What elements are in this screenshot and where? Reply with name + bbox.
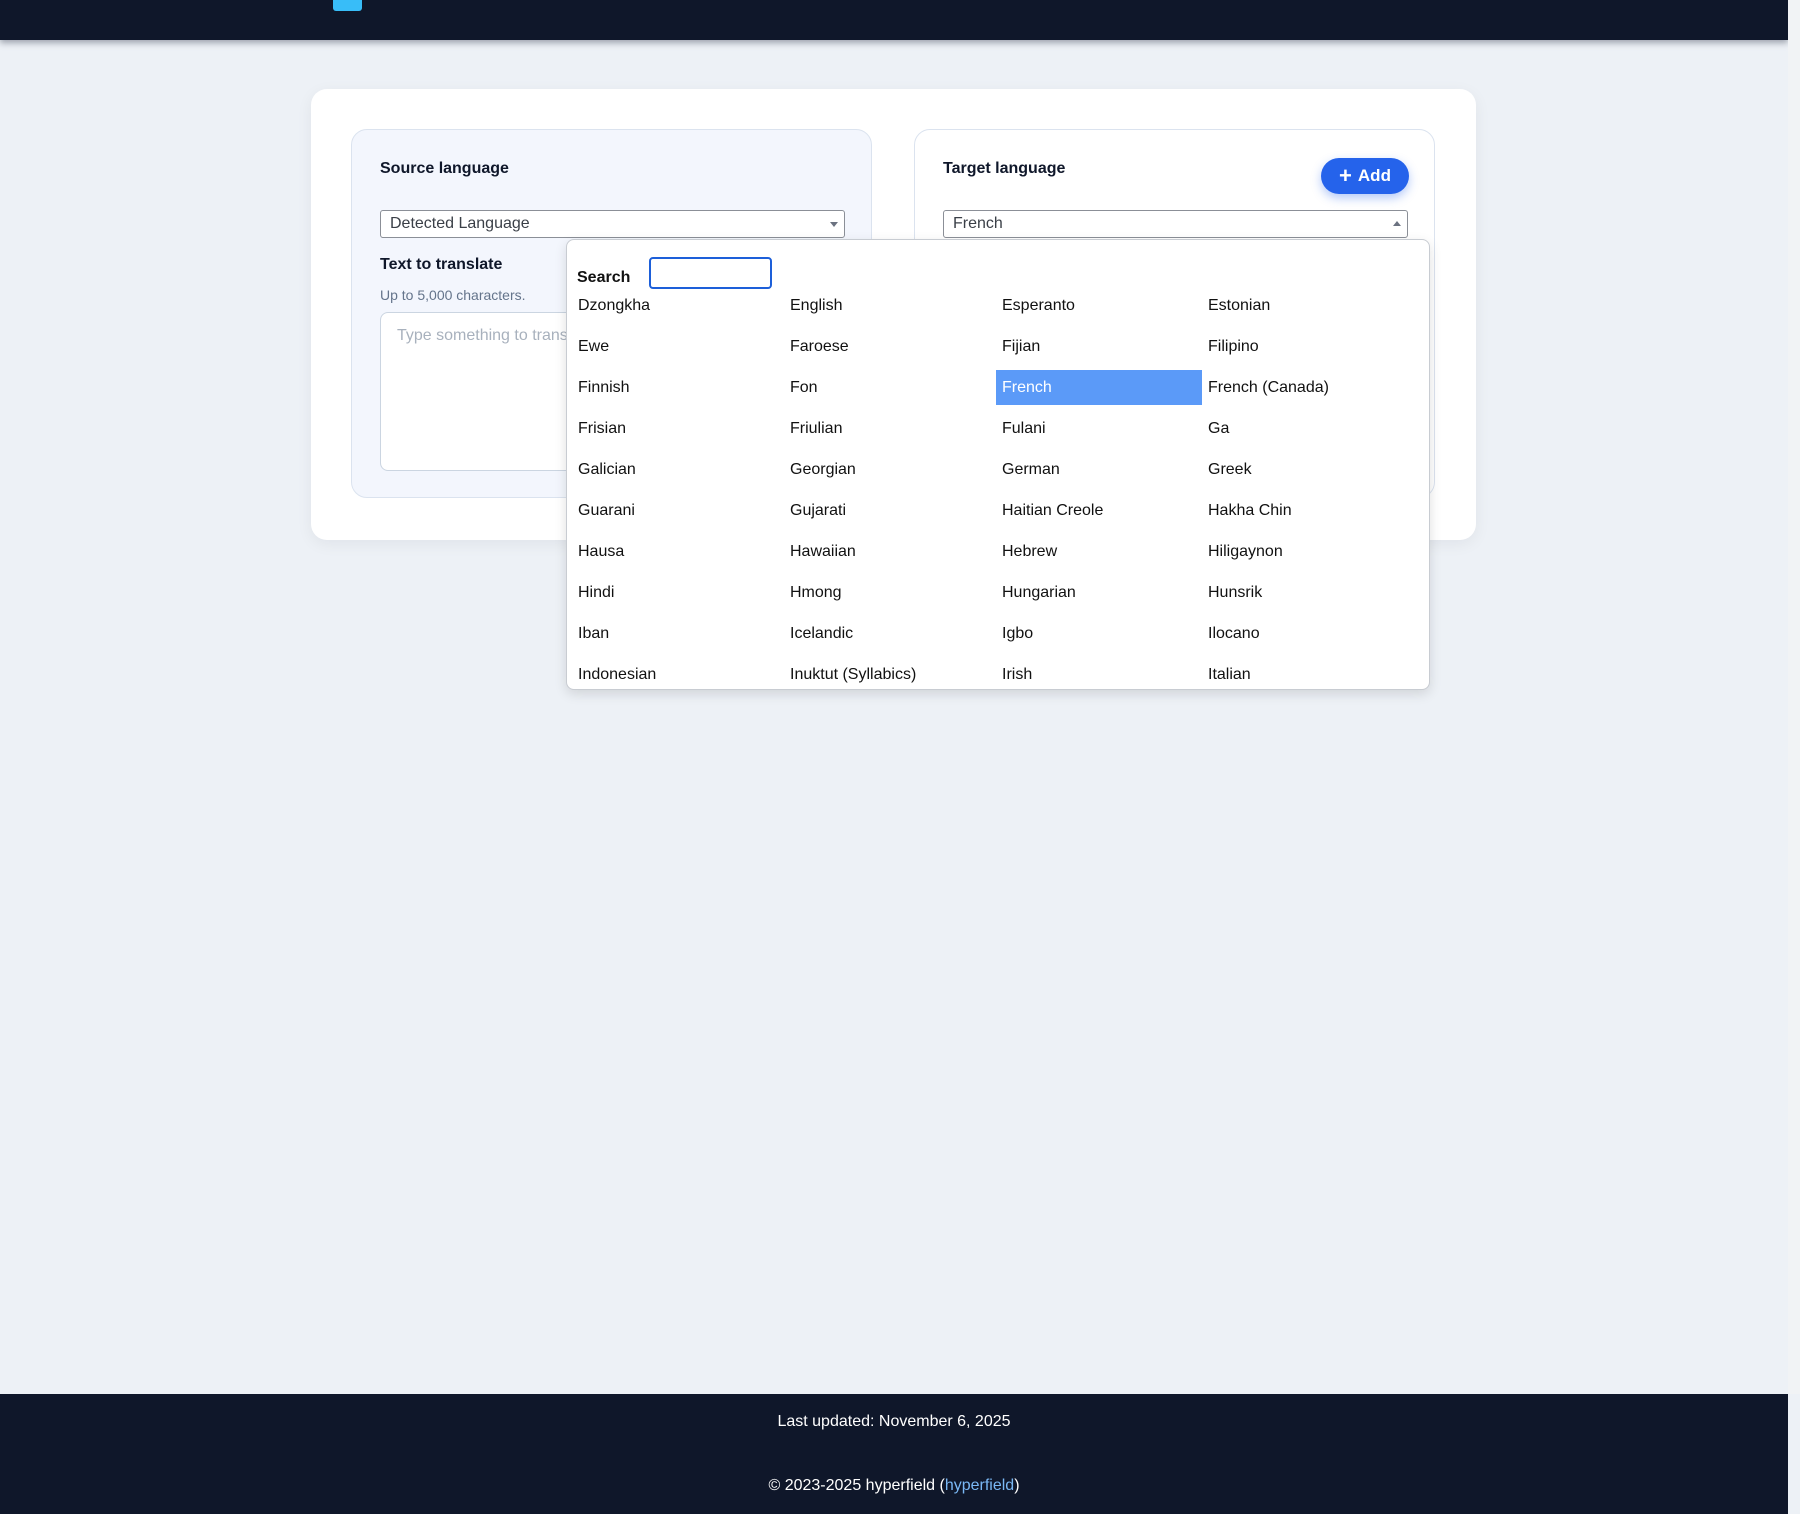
text-to-translate-label: Text to translate	[380, 256, 503, 273]
language-option[interactable]: Ilocano	[1202, 616, 1412, 651]
language-option[interactable]: Georgian	[784, 452, 996, 487]
language-option[interactable]: French (Canada)	[1202, 370, 1412, 405]
language-option[interactable]: Galician	[572, 452, 784, 487]
language-option[interactable]: Hunsrik	[1202, 575, 1412, 610]
language-option[interactable]: Filipino	[1202, 329, 1412, 364]
language-option[interactable]: Hawaiian	[784, 534, 996, 569]
language-option[interactable]: Hmong	[784, 575, 996, 610]
language-option[interactable]: Icelandic	[784, 616, 996, 651]
language-option[interactable]: Hindi	[572, 575, 784, 610]
language-options-grid: Dzongkha English Esperanto Estonian Ewe Faroe…	[572, 288, 1412, 689]
language-option[interactable]: Greek	[1202, 452, 1412, 487]
language-option[interactable]: Ewe	[572, 329, 784, 364]
language-option[interactable]: Iban	[572, 616, 784, 651]
language-option[interactable]: Italian	[1202, 657, 1412, 689]
character-limit-hint: Up to 5,000 characters.	[380, 287, 526, 303]
language-option[interactable]: Esperanto	[996, 288, 1202, 323]
language-option[interactable]: German	[996, 452, 1202, 487]
page-footer: Last updated: November 6, 2025 © 2023-20…	[0, 1394, 1788, 1514]
target-language-value: French	[953, 215, 1003, 232]
language-option[interactable]: Frisian	[572, 411, 784, 446]
language-option[interactable]: Hebrew	[996, 534, 1202, 569]
language-option[interactable]: Inuktut (Syllabics)	[784, 657, 996, 689]
language-search-input[interactable]	[649, 257, 772, 289]
page-scrollbar[interactable]	[1788, 0, 1800, 1394]
language-option[interactable]: Fulani	[996, 411, 1202, 446]
language-option[interactable]: Finnish	[572, 370, 784, 405]
plus-icon: +	[1339, 163, 1352, 188]
chevron-down-icon	[830, 222, 838, 227]
language-option[interactable]: Hakha Chin	[1202, 493, 1412, 528]
language-option[interactable]: Fon	[784, 370, 996, 405]
top-header	[0, 0, 1788, 40]
copyright-suffix: )	[1014, 1477, 1020, 1494]
language-option[interactable]: Hiligaynon	[1202, 534, 1412, 569]
language-option[interactable]: Hungarian	[996, 575, 1202, 610]
language-option[interactable]: French	[996, 370, 1202, 405]
language-option[interactable]: Indonesian	[572, 657, 784, 689]
target-language-select[interactable]: French	[943, 210, 1408, 238]
last-updated-text: Last updated: November 6, 2025	[777, 1413, 1011, 1430]
add-target-button[interactable]: + Add	[1321, 158, 1409, 194]
language-option[interactable]: Gujarati	[784, 493, 996, 528]
add-button-label: Add	[1357, 166, 1391, 185]
language-option[interactable]: Fijian	[996, 329, 1202, 364]
language-option[interactable]: Guarani	[572, 493, 784, 528]
language-option[interactable]: Igbo	[996, 616, 1202, 651]
chevron-up-icon	[1393, 221, 1401, 226]
language-option[interactable]: Ga	[1202, 411, 1412, 446]
language-option[interactable]: English	[784, 288, 996, 323]
language-dropdown: Search Dzongkha English Esperanto Estonian E…	[566, 239, 1430, 690]
hyperfield-link[interactable]: hyperfield	[945, 1477, 1014, 1494]
language-option[interactable]: Haitian Creole	[996, 493, 1202, 528]
source-language-title: Source language	[380, 160, 509, 177]
source-language-value: Detected Language	[390, 215, 530, 232]
target-language-title: Target language	[943, 160, 1066, 177]
copyright-prefix: © 2023-2025 hyperfield (	[768, 1477, 945, 1494]
language-option[interactable]: Irish	[996, 657, 1202, 689]
language-option[interactable]: Friulian	[784, 411, 996, 446]
language-option[interactable]: Hausa	[572, 534, 784, 569]
copyright-text: © 2023-2025 hyperfield (hyperfield)	[0, 1477, 1788, 1495]
language-option[interactable]: Dzongkha	[572, 288, 784, 323]
language-option[interactable]: Faroese	[784, 329, 996, 364]
app-logo-icon	[333, 0, 362, 11]
source-language-select[interactable]: Detected Language	[380, 210, 845, 238]
search-label: Search	[577, 269, 631, 286]
language-option[interactable]: Estonian	[1202, 288, 1412, 323]
